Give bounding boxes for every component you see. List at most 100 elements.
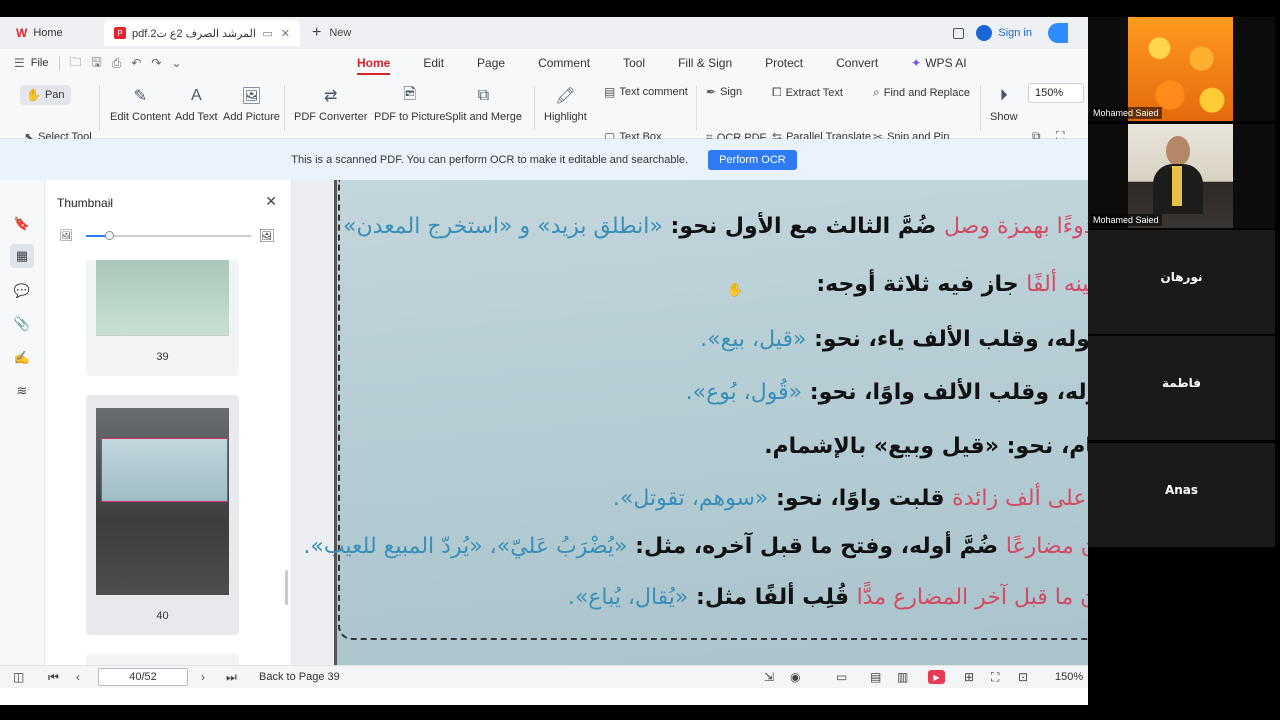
previous-page-icon[interactable]: ‹ [76,670,80,684]
eye-icon[interactable]: ◉ [790,670,800,684]
add-text-label: Add Text [175,111,218,123]
tab-fill-sign[interactable]: Fill & Sign [678,49,732,77]
tab-protect[interactable]: Protect [765,49,803,77]
thumbnail-icon[interactable]: ▦ [10,244,34,268]
text-comment-icon: ▤ [604,85,616,99]
close-tab-icon[interactable]: ✕ [281,27,290,40]
hand-cursor-icon: ✋ [727,282,744,297]
pdf-converter-button[interactable]: ⇄ PDF Converter [294,85,367,123]
participant-tile[interactable]: Mohamed Saied [1088,124,1275,228]
upgrade-pill-icon[interactable] [1048,23,1068,43]
thumbnail-page[interactable]: 39 [86,260,239,376]
continuous-icon[interactable]: ▤ [870,670,881,684]
comment-icon[interactable]: 💬 [14,283,30,299]
tab-window-icon[interactable]: ▭ [262,27,272,40]
find-replace-button[interactable]: ⌕ Find and Replace [873,85,970,100]
sidebar-toggle-icon[interactable]: ◫ [13,670,24,684]
chevron-down-icon[interactable]: ⌄ [171,56,181,70]
signature-icon[interactable]: ✍ [14,350,30,366]
zoom-level[interactable]: 150% [1055,671,1083,683]
divider [534,85,535,131]
thumbnail-size-slider[interactable]: 🖼 🖼 [59,228,275,243]
participant-tile[interactable]: نورهان [1088,230,1275,334]
tab-home[interactable]: W Home [6,20,98,46]
add-text-icon: A [190,87,202,104]
thumbnail-page-selected[interactable]: 40 [86,395,239,635]
thumbnail-scrollbar[interactable] [285,570,288,605]
small-image-icon: 🖼 [59,230,73,242]
extract-text-button[interactable]: ⧠ Extract Text [772,85,843,100]
sign-in-button[interactable]: Sign in [976,25,1032,41]
participant-tile[interactable]: فاطمة [1088,336,1275,440]
open-folder-icon[interactable]: 🗀 [70,53,82,74]
show-button[interactable]: ⏵ Show [990,85,1018,123]
arabic-text-line: اشتمل على ألف زائدة قلبت واوًا، نحو: «سو… [613,486,1088,511]
zoom-select[interactable]: 150% [1028,83,1084,103]
two-page-icon[interactable]: ▥ [897,670,908,684]
sign-label: Sign [720,86,743,98]
add-picture-button[interactable]: 🖼 Add Picture [223,85,280,123]
export-icon[interactable]: ⇲ [764,670,774,684]
participant-tile[interactable]: Anas [1088,443,1275,547]
participant-tile[interactable]: Mohamed Saied [1088,17,1275,121]
first-page-icon[interactable]: ⏮ [48,670,59,685]
pan-button[interactable]: ✋ Pan [20,85,71,105]
sign-button[interactable]: ✒ Sign [706,85,742,99]
fullscreen-icon[interactable]: ⛶ [991,670,999,685]
tab-convert[interactable]: Convert [836,49,878,77]
tab-comment[interactable]: Comment [538,49,590,77]
add-picture-icon: 🖼 [241,88,262,105]
thumbnail-panel: Thumbnail ✕ 🖼 🖼 39 40 [45,180,292,682]
convert-icon: ⇄ [323,88,338,105]
grid-view-icon[interactable]: ⊞ [964,670,974,684]
arabic-text-red: اشتمل على ألف زائدة [952,486,1088,511]
split-merge-label: Split and Merge [445,111,523,123]
wps-pdf-window: W Home P المرشد الصرف 2ع ت2.pdf ▭ ✕ + Ne… [0,17,1088,705]
page-number-input[interactable]: 40/52 [98,668,188,686]
participant-name: Mohamed Saied [1090,214,1162,226]
tab-tool[interactable]: Tool [623,49,645,77]
attachment-icon[interactable]: 📎 [14,316,30,332]
show-label: Show [990,111,1018,123]
new-tab-button[interactable]: + New [312,24,351,42]
file-menu-button[interactable]: ☰ File [14,56,49,70]
next-page-icon[interactable]: › [201,670,205,684]
edit-content-button[interactable]: ✎ Edit Content [110,85,171,123]
play-record-icon[interactable]: ▶ [928,670,945,684]
highlight-button[interactable]: 🖍 Highlight [544,85,587,123]
sign-in-label: Sign in [998,27,1032,39]
split-merge-icon: ⧉ [477,87,490,104]
add-text-button[interactable]: A Add Text [175,85,218,123]
split-merge-button[interactable]: ⧉ Split and Merge [445,85,522,123]
pin-icon[interactable]: ⊡ [1018,670,1028,684]
tab-wps-ai[interactable]: ✦ WPS AI [911,49,966,77]
hand-icon: ✋ [26,88,41,102]
document-view[interactable]: كان مبدوءًا بهمزة وصل ضُمَّ الثالث مع ال… [292,180,1088,682]
perform-ocr-button[interactable]: Perform OCR [708,149,797,170]
single-page-icon[interactable]: ▭ [836,670,847,684]
redo-icon[interactable]: ↷ [151,56,161,70]
tab-edit[interactable]: Edit [423,49,444,77]
tab-document-label: المرشد الصرف 2ع ت2.pdf [132,27,256,40]
print-icon[interactable]: ⎙ [112,56,122,71]
participant-name: نورهان [1160,270,1203,284]
back-to-page-link[interactable]: Back to Page 39 [259,671,340,683]
arabic-text-blue: «قيل، بيع». [700,327,807,352]
arabic-text-blue: «يُقال، يُباع». [567,585,689,610]
tab-page[interactable]: Page [477,49,505,77]
tab-document[interactable]: P المرشد الصرف 2ع ت2.pdf ▭ ✕ [104,20,300,46]
window-restore-icon[interactable] [953,27,965,39]
arabic-text-blue: «يُضْرَبُ عَليّ»، «يُردّ المبيع للعيب». [303,534,628,559]
participant-name: فاطمة [1162,376,1201,390]
tab-home-ribbon[interactable]: Home [357,49,391,77]
quick-access-toolbar: ☰ File 🗀 🖫 ⎙ ↶ ↷ ⌄ [0,53,182,74]
layers-icon[interactable]: ≋ [14,383,30,399]
slider-knob[interactable] [105,231,114,240]
bookmark-icon[interactable]: 🔖 [14,216,30,232]
last-page-icon[interactable]: ⏭ [226,670,237,685]
undo-icon[interactable]: ↶ [131,56,141,70]
text-comment-button[interactable]: ▤ Text comment [604,85,688,99]
close-icon[interactable]: ✕ [265,193,277,210]
save-icon[interactable]: 🖫 [92,53,102,74]
pdf-to-picture-button[interactable]: 🖻 PDF to Picture [374,85,446,124]
